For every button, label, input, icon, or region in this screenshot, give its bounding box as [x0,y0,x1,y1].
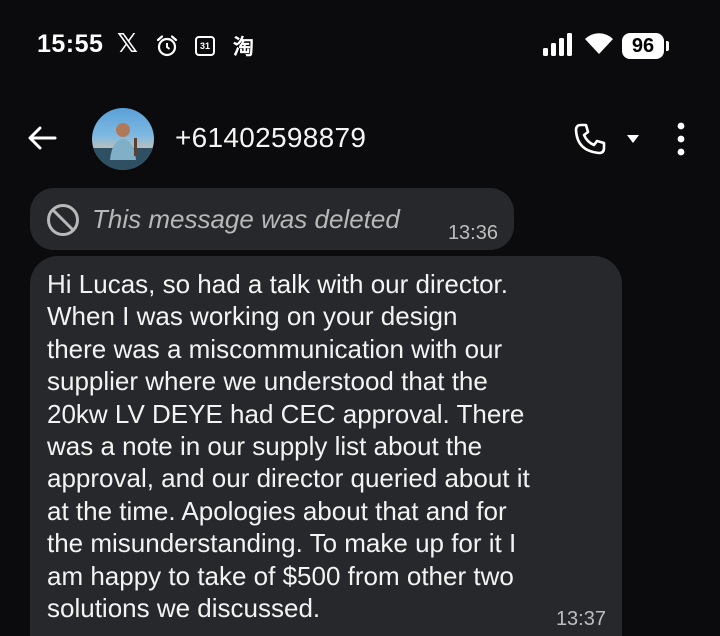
alarm-icon [156,35,178,57]
message-timestamp: 13:37 [555,608,606,630]
taobao-icon: 淘 [233,35,254,59]
status-bar: 15:55 𝕏 31 淘 96 [0,0,720,90]
conversation-header: +61402598879 [0,100,720,180]
back-arrow-icon[interactable] [26,122,58,154]
status-time: 15:55 [37,30,104,58]
message-text: Hi Lucas, so had a talk with our directo… [47,269,530,624]
call-icon[interactable] [573,122,607,156]
calendar-icon: 31 [195,36,215,56]
no-entry-icon [47,204,79,236]
signal-icon [543,33,572,56]
more-vert-icon[interactable] [676,122,686,156]
battery-tip [666,41,669,51]
wifi-icon [585,33,613,54]
dropdown-icon[interactable] [626,134,640,144]
battery-icon: 96 [622,33,664,59]
avatar[interactable] [92,108,154,170]
deleted-message-bubble[interactable]: This message was deleted 13:36 [30,188,514,250]
avatar-photo [92,123,154,170]
incoming-message-bubble[interactable]: Hi Lucas, so had a talk with our directo… [30,256,622,636]
contact-name[interactable]: +61402598879 [175,122,366,154]
x-icon: 𝕏 [117,29,138,59]
deleted-message-text: This message was deleted [92,204,400,234]
message-timestamp: 13:36 [447,222,498,244]
